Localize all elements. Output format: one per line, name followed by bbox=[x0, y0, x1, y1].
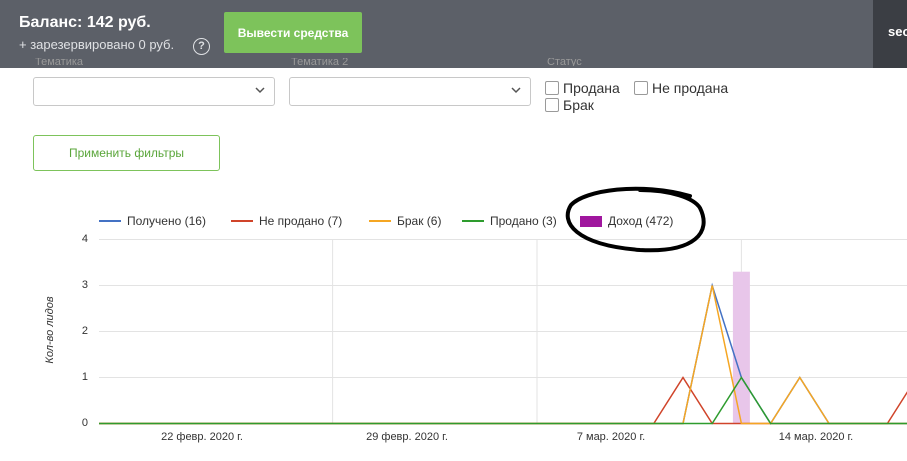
legend-label: Не продано (7) bbox=[259, 214, 343, 228]
legend-item-sold[interactable]: Продано (3) bbox=[462, 214, 557, 228]
legend-item-defect[interactable]: Брак (6) bbox=[369, 214, 441, 228]
x-tick-label: 22 февр. 2020 г. bbox=[161, 431, 243, 443]
y-tick-label: 2 bbox=[81, 325, 88, 337]
income-bar bbox=[732, 271, 750, 424]
x-tick-label: 7 мар. 2020 г. bbox=[576, 431, 646, 443]
x-tick-label: 14 мар. 2020 г. bbox=[778, 431, 854, 443]
series-line bbox=[99, 282, 907, 425]
y-tick-label: 3 bbox=[81, 279, 88, 291]
leads-chart bbox=[99, 186, 907, 425]
y-tick-label: 1 bbox=[81, 371, 88, 383]
legend-item-received[interactable]: Получено (16) bbox=[99, 214, 206, 228]
legend-item-not-sold[interactable]: Не продано (7) bbox=[231, 214, 342, 228]
legend-label: Брак (6) bbox=[397, 214, 442, 228]
legend-item-income[interactable]: Доход (472) bbox=[580, 214, 673, 228]
legend-line-icon bbox=[462, 220, 484, 222]
legend-label: Продано (3) bbox=[490, 214, 557, 228]
legend-label: Доход (472) bbox=[608, 214, 674, 228]
x-tick-label: 29 февр. 2020 г. bbox=[366, 431, 448, 443]
y-tick-label: 0 bbox=[81, 417, 88, 429]
legend-line-icon bbox=[231, 220, 253, 222]
series-line bbox=[99, 285, 907, 425]
legend-swatch-icon bbox=[580, 215, 602, 227]
y-axis-label: Кол-во лидов bbox=[44, 296, 56, 364]
legend-line-icon bbox=[99, 220, 121, 222]
legend-line-icon bbox=[369, 220, 391, 222]
legend-label: Получено (16) bbox=[127, 214, 206, 228]
y-tick-label: 4 bbox=[81, 233, 88, 245]
